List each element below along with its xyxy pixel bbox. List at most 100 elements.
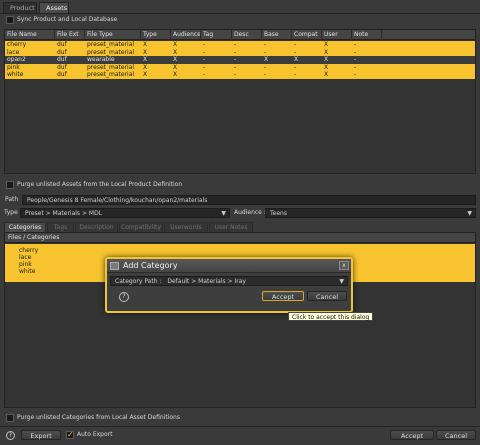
- table-cell: -: [203, 41, 206, 48]
- category-path-value: Default > Materials > Iray: [167, 278, 246, 285]
- col-file-type[interactable]: File Type: [85, 30, 141, 40]
- path-label: Path: [5, 196, 19, 203]
- audience-select[interactable]: Teens ▼: [265, 208, 476, 218]
- table-cell: duf: [57, 41, 67, 48]
- table-cell: -: [264, 71, 267, 78]
- audience-select-value: Teens: [270, 210, 287, 217]
- table-cell: opan2: [7, 56, 26, 63]
- col-file-name[interactable]: File Name: [5, 30, 55, 40]
- table-cell: -: [354, 63, 357, 71]
- col-tag[interactable]: Tag: [201, 30, 232, 40]
- tab-description[interactable]: Description: [75, 222, 118, 232]
- table-cell: -: [264, 48, 267, 56]
- table-cell: X: [173, 71, 178, 78]
- table-row[interactable]: cherry duf preset_material X X - - - - X -: [5, 41, 475, 49]
- table-cell: -: [203, 56, 206, 63]
- categories-header: Files / Categories: [5, 233, 475, 243]
- category-path-label: Category Path :: [115, 278, 162, 285]
- col-note[interactable]: Note: [352, 30, 382, 40]
- col-base[interactable]: Base: [262, 30, 292, 40]
- cancel-button[interactable]: Cancel: [436, 430, 476, 440]
- table-cell: -: [294, 41, 297, 48]
- table-cell: duf: [57, 71, 67, 78]
- auto-export-checkbox[interactable]: [66, 430, 74, 439]
- close-icon[interactable]: x: [339, 261, 349, 270]
- dialog-cancel-button[interactable]: Cancel: [307, 291, 347, 301]
- purge-assets-checkbox[interactable]: [6, 181, 14, 189]
- bottom-divider: [0, 426, 480, 427]
- category-path-select[interactable]: Category Path : Default > Materials > Ir…: [110, 276, 348, 286]
- chevron-down-icon: ▼: [221, 210, 226, 217]
- list-item[interactable]: lace: [19, 254, 31, 261]
- table-row[interactable]: lace duf preset_material X X - - - - X -: [5, 48, 475, 56]
- tab-assets[interactable]: Assets: [39, 2, 69, 13]
- tab-user-notes[interactable]: User Notes: [209, 222, 253, 232]
- chevron-down-icon: ▼: [467, 210, 472, 217]
- table-cell: X: [324, 63, 329, 71]
- table-row[interactable]: opan2 duf wearable X X - - X X X -: [5, 56, 475, 64]
- dialog-help-icon[interactable]: ?: [119, 292, 129, 302]
- accept-tooltip: Click to accept this dialog: [288, 312, 374, 321]
- table-cell: -: [203, 71, 206, 78]
- col-user[interactable]: User: [322, 30, 352, 40]
- table-cell: duf: [57, 63, 67, 71]
- table-cell: -: [234, 41, 237, 48]
- table-cell: X: [143, 56, 148, 63]
- table-cell: X: [324, 41, 329, 48]
- export-button[interactable]: Export: [21, 430, 61, 440]
- table-cell: X: [143, 63, 148, 71]
- sync-checkbox[interactable]: [6, 16, 14, 24]
- table-cell: -: [354, 56, 357, 63]
- table-cell: -: [234, 63, 237, 71]
- table-cell: cherry: [7, 41, 27, 48]
- col-compat[interactable]: Compat: [292, 30, 322, 40]
- table-cell: -: [354, 71, 357, 78]
- purge-categories-checkbox[interactable]: [6, 414, 14, 422]
- table-cell: -: [234, 56, 237, 63]
- table-cell: X: [324, 56, 329, 63]
- accept-button[interactable]: Accept: [390, 430, 434, 440]
- tab-compatibility[interactable]: Compatibility: [119, 222, 163, 232]
- help-icon[interactable]: ?: [6, 431, 15, 440]
- path-field[interactable]: People/Genesis 8 Female/Clothing/kouchan…: [22, 195, 476, 205]
- table-cell: pink: [7, 63, 20, 71]
- col-audience[interactable]: Audience: [171, 30, 201, 40]
- tab-product[interactable]: Product: [3, 2, 37, 13]
- table-cell: -: [354, 48, 357, 56]
- table-cell: duf: [57, 48, 67, 56]
- tab-divider: [0, 13, 480, 14]
- table-cell: wearable: [87, 56, 115, 63]
- table-cell: preset_material: [87, 41, 135, 48]
- purge-assets-label: Purge unlisted Assets from the Local Pro…: [17, 181, 183, 188]
- table-cell: lace: [7, 48, 20, 56]
- table-cell: X: [173, 63, 178, 71]
- table-cell: -: [203, 48, 206, 56]
- dialog-title-bar: Add Category x: [107, 259, 351, 273]
- list-item[interactable]: white: [19, 268, 35, 275]
- dialog-title: Add Category: [123, 261, 178, 270]
- col-desc[interactable]: Desc: [232, 30, 262, 40]
- table-cell: -: [203, 63, 206, 71]
- table-cell: preset_material: [87, 71, 135, 78]
- tab-userwords[interactable]: Userwords: [164, 222, 208, 232]
- table-cell: X: [143, 71, 148, 78]
- col-type[interactable]: Type: [141, 30, 171, 40]
- tab-tags[interactable]: Tags: [47, 222, 74, 232]
- table-cell: -: [264, 63, 267, 71]
- audience-label: Audience :: [234, 209, 266, 216]
- tab-categories[interactable]: Categories: [4, 222, 46, 232]
- table-cell: -: [294, 71, 297, 78]
- sync-label: Sync Product and Local Database: [17, 16, 118, 23]
- list-item[interactable]: cherry: [19, 247, 38, 254]
- col-file-ext[interactable]: File Ext: [55, 30, 85, 40]
- dialog-accept-button[interactable]: Accept: [262, 291, 304, 301]
- table-row[interactable]: white duf preset_material X X - - - - X -: [5, 71, 475, 79]
- table-row[interactable]: pink duf preset_material X X - - - - X -: [5, 63, 475, 71]
- table-cell: X: [324, 48, 329, 56]
- type-select[interactable]: Preset > Materials > MDL ▼: [20, 208, 230, 218]
- table-cell: X: [143, 41, 148, 48]
- type-select-value: Preset > Materials > MDL: [25, 210, 103, 217]
- list-item[interactable]: pink: [19, 261, 32, 268]
- table-cell: X: [324, 71, 329, 78]
- app-icon: [110, 262, 119, 270]
